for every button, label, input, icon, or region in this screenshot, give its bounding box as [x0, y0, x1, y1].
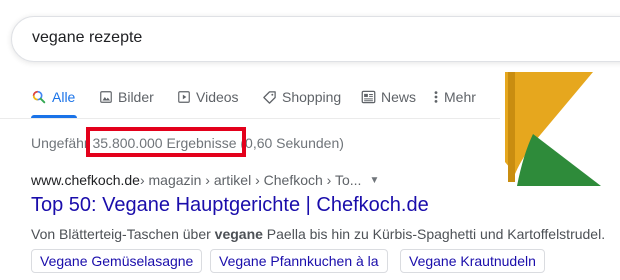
search-input[interactable]: vegane rezepte — [32, 29, 142, 47]
tab-label: Bilder — [118, 89, 154, 105]
tab-label: Mehr — [444, 89, 476, 105]
tab-videos[interactable]: Videos — [177, 86, 239, 108]
chefkoch-logo — [505, 72, 601, 186]
tab-label: News — [381, 89, 417, 105]
search-time: (0,60 Sekunden) — [240, 135, 344, 151]
tag-icon — [262, 90, 277, 105]
tab-label: Alle — [52, 89, 76, 105]
image-icon — [99, 90, 113, 104]
tab-label: Videos — [196, 89, 239, 105]
result-domain: www.chefkoch.de — [31, 172, 140, 188]
chevron-down-icon[interactable]: ▼ — [369, 175, 379, 186]
sitelink-chip[interactable]: Vegane Pfannkuchen à la — [210, 249, 388, 273]
news-icon — [361, 90, 376, 104]
tabs-divider — [0, 118, 500, 119]
result-title-link[interactable]: Top 50: Vegane Hauptgerichte | Chefkoch.… — [31, 194, 429, 217]
tab-all[interactable]: Alle — [31, 86, 75, 108]
sitelink-chip[interactable]: Vegane Krautnudeln — [400, 249, 545, 273]
stats-prefix: Ungefähr — [31, 135, 89, 151]
snippet-keyword: vegane — [214, 226, 263, 242]
tab-label: Shopping — [282, 89, 342, 105]
more-dots-icon — [433, 90, 439, 104]
result-snippet: Von Blätterteig-Taschen über vegane Pael… — [31, 226, 605, 242]
tab-shopping[interactable]: Shopping — [262, 86, 341, 108]
snippet-text: Paella bis hin zu Kürbis-Spaghetti und K… — [262, 226, 606, 242]
tab-images[interactable]: Bilder — [99, 86, 154, 108]
snippet-text: Von Blätterteig-Taschen über — [31, 226, 215, 242]
video-icon — [177, 90, 191, 104]
tab-news[interactable]: News — [361, 86, 416, 108]
search-box[interactable]: vegane rezepte — [11, 16, 620, 62]
result-url[interactable]: www.chefkoch.de › magazin › artikel › Ch… — [31, 172, 379, 188]
sitelink-chip[interactable]: Vegane Gemüselasagne — [31, 249, 203, 273]
tab-more[interactable]: Mehr — [433, 86, 476, 108]
search-icon — [31, 89, 47, 105]
result-count-highlight-box — [86, 127, 246, 157]
result-breadcrumb: › magazin › artikel › Chefkoch › To... — [139, 172, 362, 188]
